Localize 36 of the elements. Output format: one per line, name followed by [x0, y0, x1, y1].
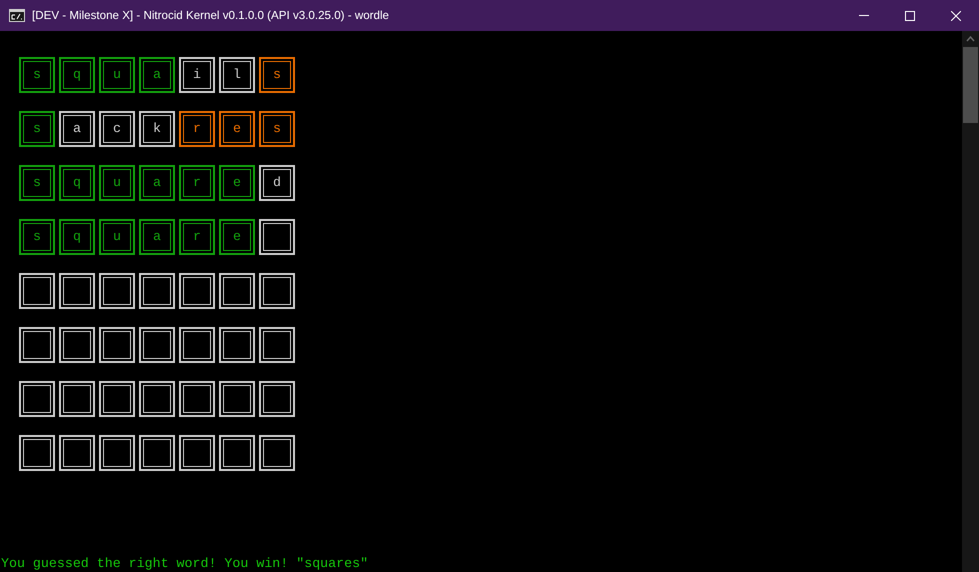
letter-tile: r — [179, 165, 215, 201]
letter-tile: k — [139, 111, 175, 147]
letter-tile: a — [139, 219, 175, 255]
letter-tile: a — [139, 57, 175, 93]
letter-tile: a — [139, 165, 175, 201]
letter-tile: e — [219, 219, 255, 255]
scrollbar-thumb[interactable] — [963, 47, 978, 123]
letter-tile: l — [219, 57, 255, 93]
letter-tile: c — [99, 111, 135, 147]
status-message: You guessed the right word! You win! "squares" — [0, 555, 370, 572]
letter-tile: e — [219, 165, 255, 201]
letter-tile: s — [259, 57, 295, 93]
letter-tile: a — [59, 111, 95, 147]
minimize-icon — [859, 15, 869, 16]
letter-tile: s — [259, 111, 295, 147]
letter-tile: u — [99, 219, 135, 255]
letter-tile: s — [19, 111, 55, 147]
console-icon — [9, 9, 25, 22]
letter-tile: q — [59, 57, 95, 93]
maximize-icon — [905, 10, 915, 20]
scroll-up-icon[interactable] — [966, 36, 975, 42]
letter-tile: r — [179, 111, 215, 147]
letter-tile: u — [99, 165, 135, 201]
scrollbar[interactable] — [962, 31, 979, 572]
letter-tile: q — [59, 219, 95, 255]
letter-tile: u — [99, 57, 135, 93]
letter-tile: e — [219, 111, 255, 147]
letter-tile: s — [19, 165, 55, 201]
window-title: [DEV - Milestone X] - Nitrocid Kernel v0.1.0.0 (API v3.0.25.0) - wordle — [32, 8, 389, 24]
letter-tile: s — [19, 219, 55, 255]
letter-tile: i — [179, 57, 215, 93]
letter-tile: s — [19, 57, 55, 93]
close-icon — [951, 10, 961, 20]
letter-tile: r — [179, 219, 215, 255]
letter-tile: q — [59, 165, 95, 201]
letter-tile: d — [259, 165, 295, 201]
